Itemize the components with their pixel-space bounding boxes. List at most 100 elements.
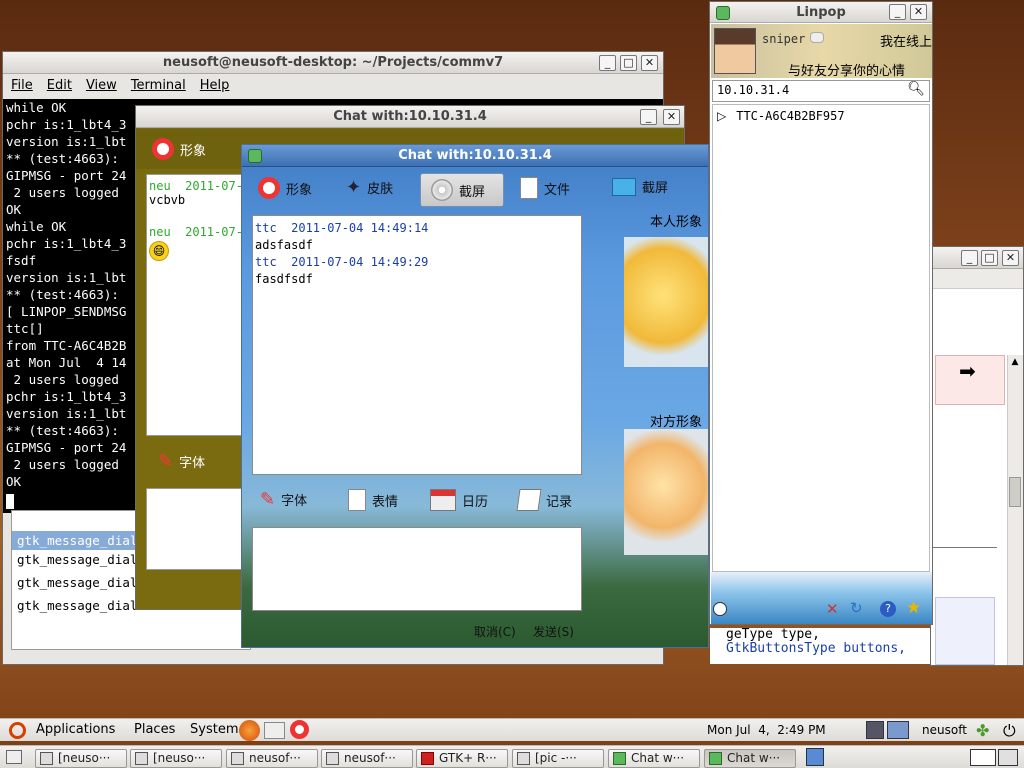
power-icon[interactable]: ✤ [976, 721, 989, 740]
send-button[interactable]: 发送(S) [533, 623, 574, 640]
tool-file-button[interactable]: 文件 [520, 177, 570, 199]
terminal-menubar: File Edit View Terminal Help [3, 75, 663, 97]
document-icon [348, 489, 366, 511]
ubuntu-logo-icon [9, 722, 26, 739]
motto-text[interactable]: 与好友分享你的心情 [788, 60, 905, 79]
chat-back-history: neu 2011-07-0 vcbvb neu 2011-07-0 😄 [146, 174, 251, 436]
minimize-button[interactable]: _ [961, 250, 978, 266]
minimize-button[interactable]: _ [599, 55, 616, 71]
taskbar-item[interactable]: [neuso··· [130, 749, 222, 768]
shutdown-icon[interactable]: ⏻ [1003, 721, 1016, 741]
close-button[interactable]: ✕ [1002, 250, 1019, 266]
capture-icon [612, 177, 636, 196]
lifebuoy-icon [152, 138, 174, 160]
emoticon-button[interactable]: 表情 [348, 489, 398, 511]
menu-edit[interactable]: Edit [47, 75, 72, 97]
tool-label: 表情 [372, 494, 399, 510]
search-box[interactable]: 10.10.31.4 🔍︎ [712, 80, 930, 102]
maximize-button[interactable]: □ [981, 250, 998, 266]
chat-history: ttc 2011-07-04 14:49:14 adsfasdf ttc 201… [252, 215, 582, 475]
chat-back-input[interactable] [146, 488, 246, 570]
terminal-title: neusoft@neusoft-desktop: ~/Projects/comm… [3, 52, 663, 74]
minimize-button[interactable]: _ [889, 4, 906, 20]
close-button[interactable]: ✕ [663, 109, 680, 125]
tool-label: 字体 [179, 456, 206, 471]
tool-font-button[interactable]: ✎ 字体 [158, 451, 205, 472]
menu-view[interactable]: View [86, 75, 117, 97]
tools-icon[interactable]: ✕ [826, 600, 839, 618]
editor-window: _ □ ✕ ➡ ▲ [930, 246, 1024, 666]
expand-arrow-icon[interactable]: ▷ [717, 109, 726, 123]
terminal-cursor [6, 494, 14, 509]
tool-capture-button[interactable]: 截屏 [612, 177, 668, 196]
menu-file[interactable]: File [11, 75, 33, 97]
taskbar-item[interactable]: [pic -··· [512, 749, 604, 768]
workspace-switcher[interactable] [970, 749, 996, 766]
calendar-button[interactable]: 日历 [430, 489, 488, 511]
search-icon[interactable]: 🔍︎ [907, 81, 925, 97]
menu-places[interactable]: Places [134, 722, 175, 737]
editor-code: geType type, GtkButtonsType buttons, [710, 628, 930, 664]
message-input[interactable] [252, 527, 582, 611]
message-text: adsfasdf [255, 238, 313, 252]
message-meta: neu 2011-07-0 [149, 179, 251, 193]
history-button[interactable]: 记录 [516, 489, 573, 511]
app-icon [716, 6, 730, 20]
code-line: geType type, [726, 627, 820, 642]
taskbar-item[interactable]: neusof··· [321, 749, 413, 768]
self-avatar-label: 本人形象 [650, 215, 703, 230]
user-name[interactable]: neusoft [922, 723, 967, 737]
taskbar-item[interactable]: [neuso··· [35, 749, 127, 768]
tool-label: 记录 [546, 494, 573, 510]
close-button[interactable]: ✕ [910, 4, 927, 20]
taskbar-item[interactable]: neusof··· [226, 749, 318, 768]
status-text[interactable]: 我在线上 [880, 31, 932, 50]
tool-skin-button[interactable]: ✦ 皮肤 [346, 177, 393, 198]
font-button[interactable]: ✎ 字体 [260, 489, 307, 510]
menu-help[interactable]: Help [200, 75, 230, 97]
taskbar-item[interactable]: Chat w··· [608, 749, 700, 768]
smiley-icon: 😄 [149, 241, 169, 261]
menu-system[interactable]: System [190, 722, 238, 737]
menu-applications[interactable]: Applications [36, 722, 115, 737]
help-lifebuoy-icon[interactable] [290, 720, 309, 739]
taskbar: [neuso··· [neuso··· neusof··· neusof··· … [0, 745, 1024, 768]
maximize-button[interactable]: □ [620, 55, 637, 71]
workspace-switcher-2[interactable] [998, 749, 1018, 766]
search-input[interactable]: 10.10.31.4 [717, 83, 789, 97]
avatar[interactable] [714, 28, 756, 74]
clock[interactable]: Mon Jul 4, 2:49 PM [707, 723, 826, 737]
tool-label: 截屏 [642, 181, 669, 196]
tool-face-button[interactable]: 形象 [152, 138, 206, 160]
message-text: fasdfsdf [255, 272, 313, 286]
taskbar-item[interactable]: GTK+ R··· [416, 749, 508, 768]
chat-window: Chat with:10.10.31.4 形象 ✦ 皮肤 截屏 文件 截屏 tt… [241, 144, 709, 648]
tree-item-label: TTC-A6C4B2BF957 [736, 109, 845, 123]
taskbar-item-active[interactable]: Chat w··· [704, 749, 796, 768]
friend-tree: ▷ TTC-A6C4B2BF957 [712, 104, 930, 572]
network-icon[interactable] [866, 721, 884, 739]
tool-label: 字体 [281, 494, 308, 509]
refresh-icon[interactable]: ↻ [850, 599, 863, 617]
tool-face-button[interactable]: 形象 [258, 177, 312, 199]
calendar-icon [430, 489, 456, 511]
display-icon[interactable] [887, 721, 909, 739]
tool-screenshot-button[interactable]: 截屏 [420, 173, 504, 207]
tool-label: 皮肤 [367, 182, 394, 197]
minimize-button[interactable]: _ [640, 109, 657, 125]
cancel-button[interactable]: 取消(C) [474, 623, 516, 640]
scrollbar[interactable] [1007, 355, 1023, 665]
firefox-icon[interactable] [239, 720, 260, 741]
clock-icon[interactable] [713, 602, 727, 616]
star-icon[interactable]: ★ [906, 598, 921, 618]
mail-icon[interactable] [264, 722, 285, 739]
code-line: GtkButtonsType buttons, [726, 641, 907, 656]
help-icon[interactable]: ? [880, 601, 896, 617]
menu-terminal[interactable]: Terminal [131, 75, 186, 97]
trash-icon[interactable] [806, 748, 824, 766]
show-desktop-icon[interactable] [6, 750, 22, 764]
tree-item[interactable]: ▷ TTC-A6C4B2BF957 [717, 109, 845, 123]
tool-label: 文件 [544, 182, 571, 198]
magic-wand-icon: ✦ [346, 177, 362, 198]
close-button[interactable]: ✕ [641, 55, 658, 71]
